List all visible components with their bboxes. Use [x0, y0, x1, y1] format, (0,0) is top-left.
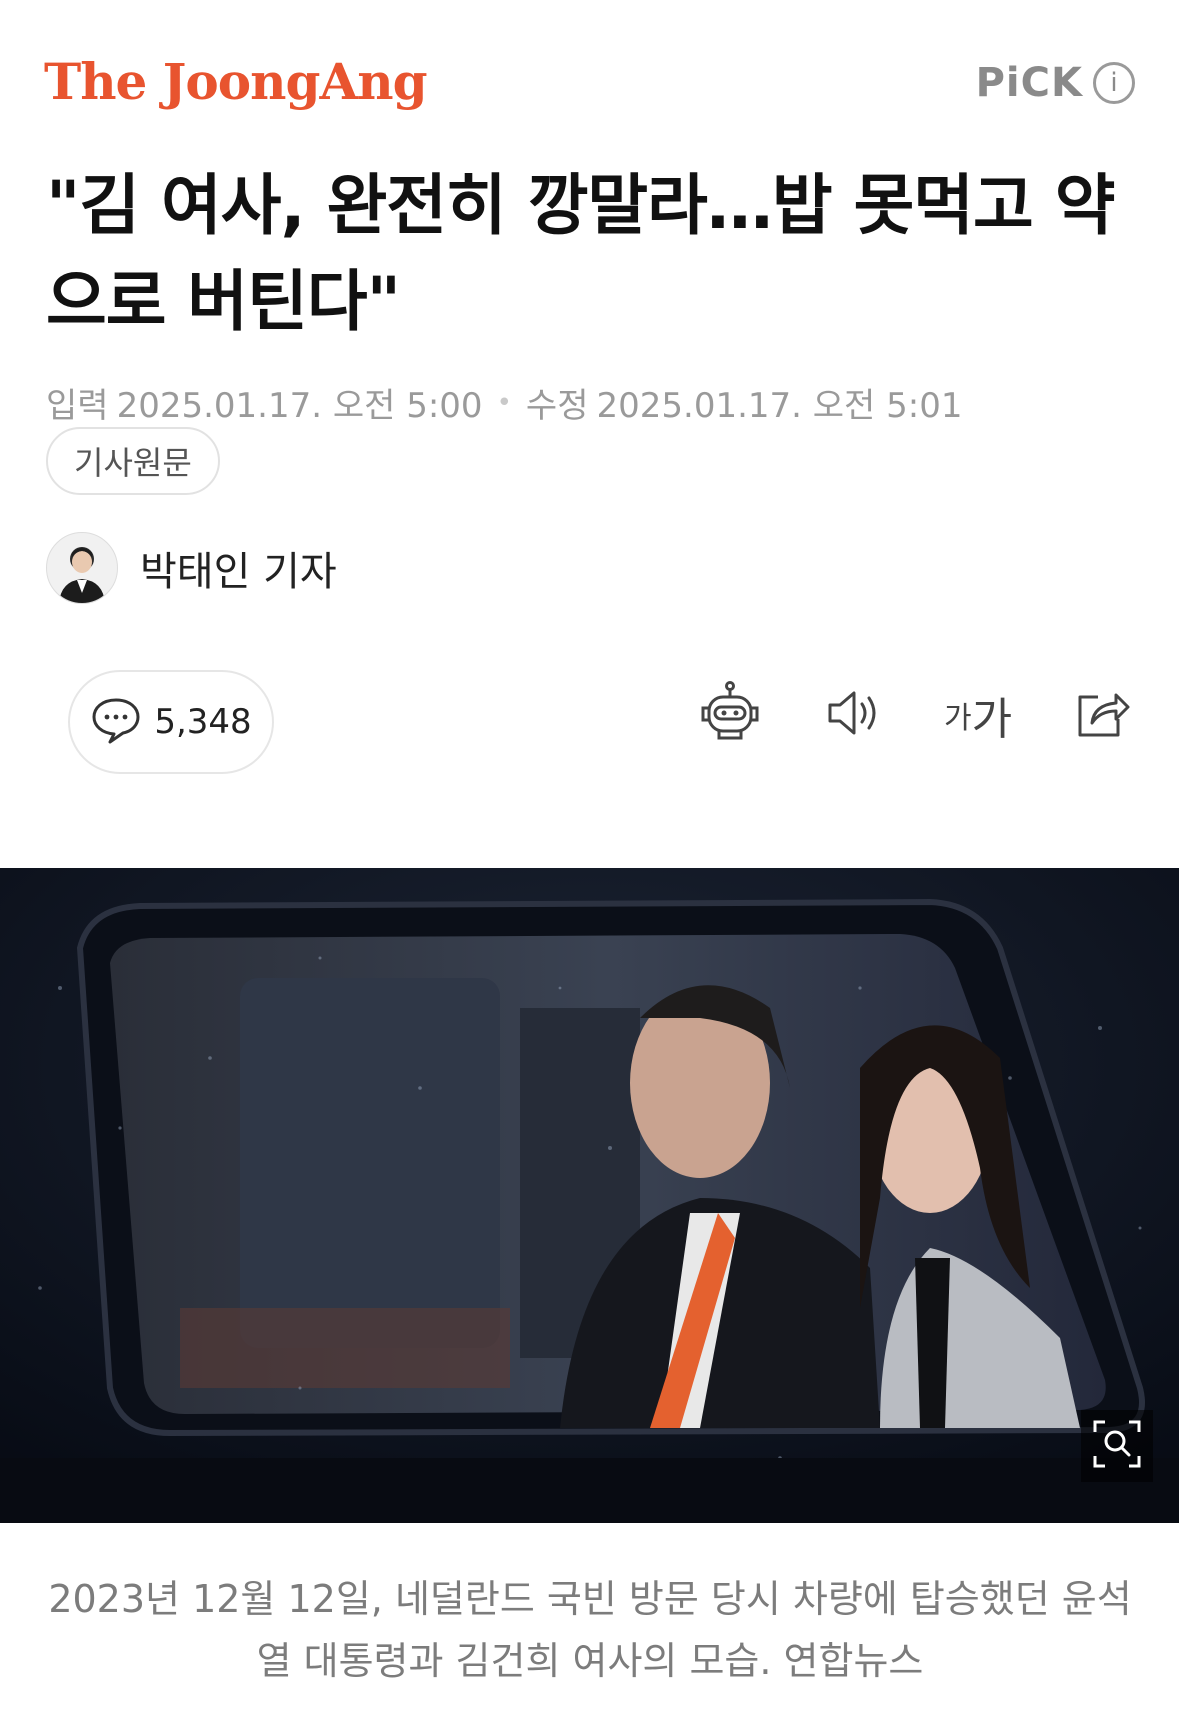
- article-photo[interactable]: [0, 868, 1179, 1523]
- font-large-glyph: 가: [971, 694, 1013, 745]
- pick-badge[interactable]: PiCK i: [976, 60, 1135, 106]
- ai-summary-button[interactable]: [697, 680, 763, 750]
- robot-icon: [697, 680, 763, 750]
- modified-time: 2025.01.17. 오전 5:01: [596, 386, 963, 426]
- separator-dot: •: [496, 387, 512, 418]
- comment-button[interactable]: 5,348: [68, 670, 274, 774]
- photo-caption: 2023년 12월 12일, 네덜란드 국빈 방문 당시 차량에 탑승했던 윤석…: [48, 1577, 1132, 1683]
- reporter-info[interactable]: 박태인 기자: [46, 532, 337, 604]
- article-headline: "김 여사, 완전히 깡말라…밥 못먹고 약으로 버틴다": [46, 167, 1115, 340]
- published-label: 입력: [46, 386, 109, 426]
- pick-label: PiCK: [975, 60, 1083, 106]
- zoom-icon: [1091, 1418, 1143, 1474]
- speaker-icon: [824, 688, 884, 742]
- comment-icon: [90, 696, 142, 748]
- comment-count: 5,348: [154, 702, 252, 742]
- reporter-avatar: [46, 532, 118, 604]
- published-time: 2025.01.17. 오전 5:00: [116, 386, 483, 426]
- share-icon: [1072, 685, 1132, 745]
- article-timestamps: 입력 2025.01.17. 오전 5:00 • 수정 2025.01.17. …: [46, 378, 963, 427]
- listen-button[interactable]: [821, 682, 887, 748]
- modified-label: 수정: [525, 386, 589, 426]
- font-size-button[interactable]: 가가: [943, 682, 1013, 748]
- article-tools: 가가: [697, 680, 1135, 750]
- original-article-button[interactable]: 기사원문: [46, 427, 220, 495]
- info-icon[interactable]: i: [1093, 62, 1135, 104]
- reporter-name: 박태인 기자: [140, 549, 337, 595]
- share-button[interactable]: [1069, 682, 1135, 748]
- site-logo[interactable]: The JoongAng: [44, 52, 428, 111]
- zoom-image-button[interactable]: [1081, 1410, 1153, 1482]
- font-small-glyph: 가: [943, 701, 972, 736]
